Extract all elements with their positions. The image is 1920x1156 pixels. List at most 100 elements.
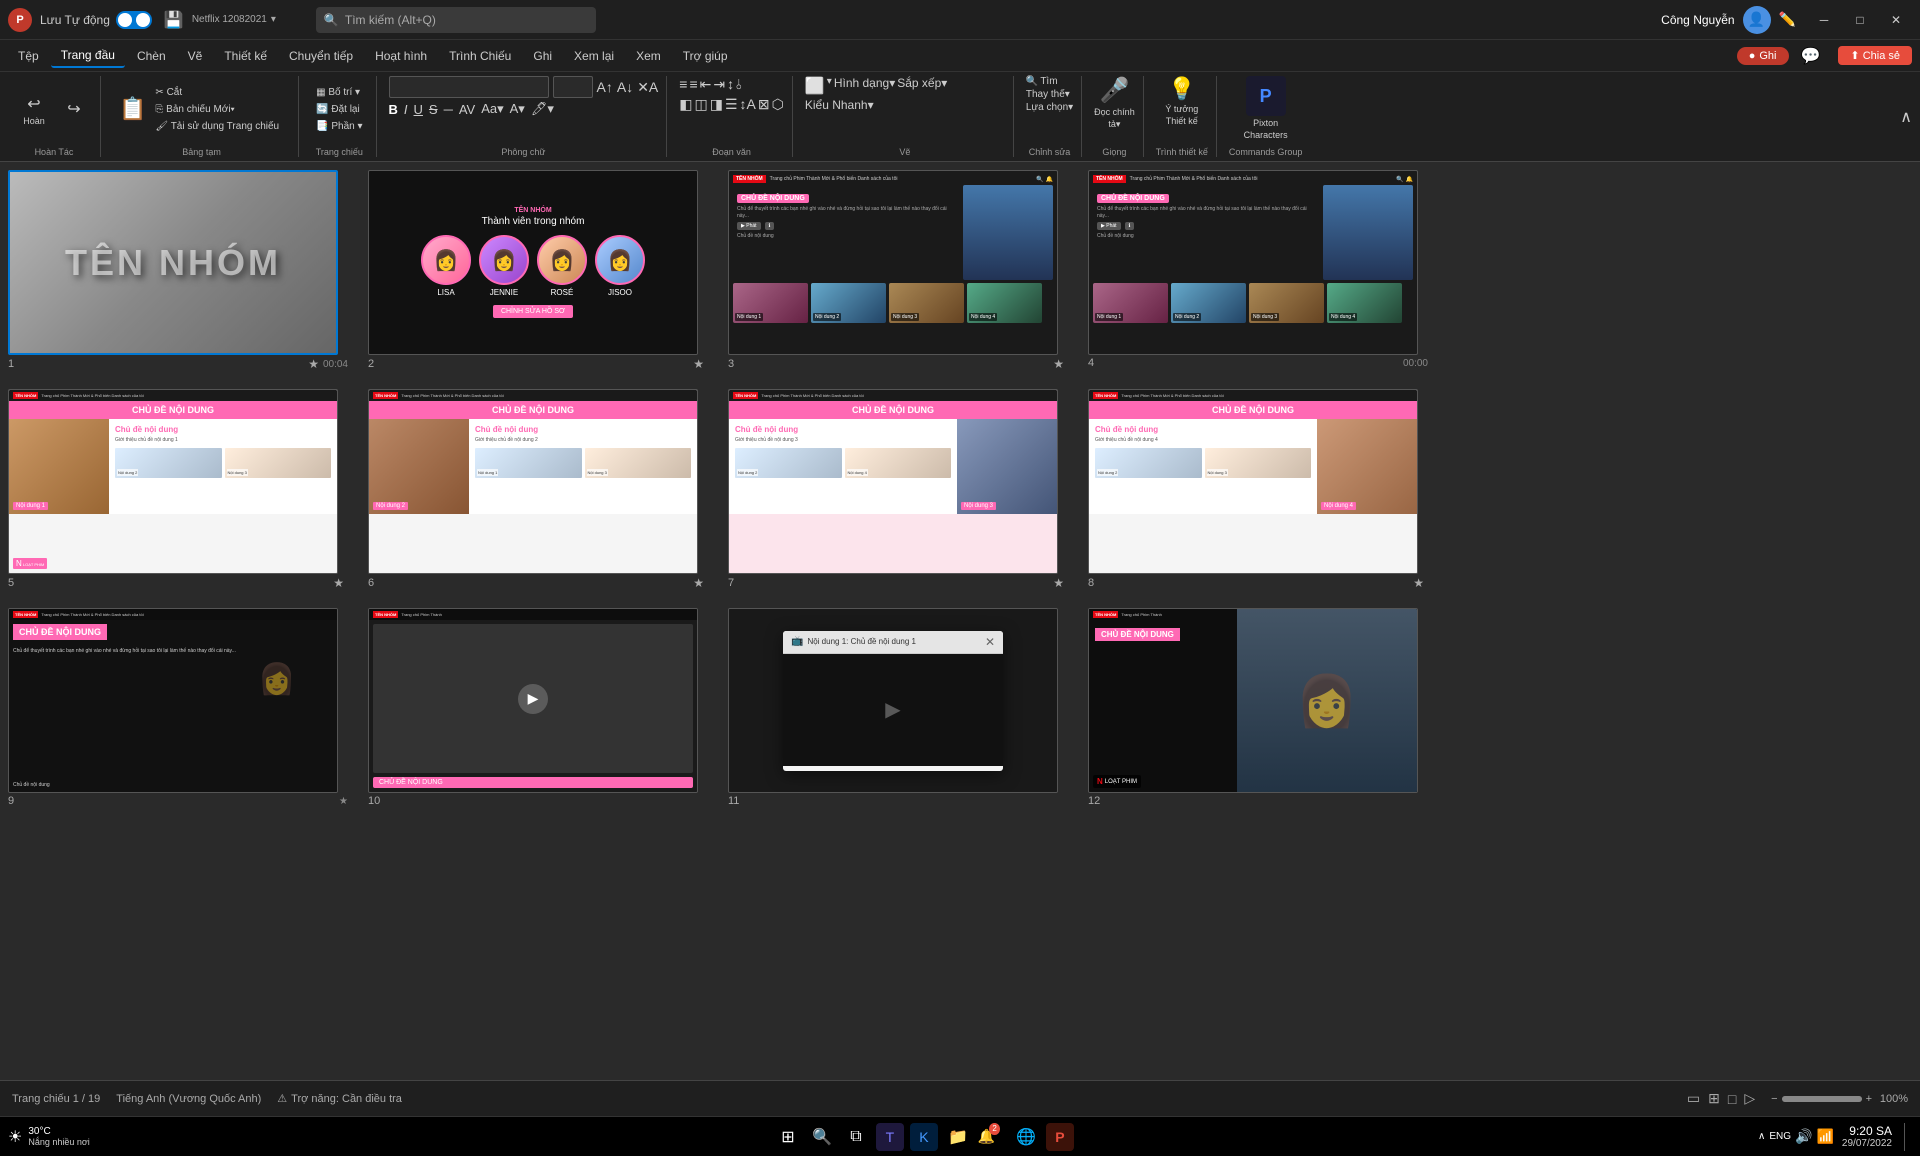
align-right-button[interactable]: ◨ xyxy=(710,96,723,113)
increase-indent-button[interactable]: ⇥ xyxy=(713,76,725,93)
chevron-up-icon[interactable]: ∧ xyxy=(1758,1131,1765,1142)
font-size-box[interactable] xyxy=(553,76,593,98)
select-button[interactable]: Lựa chọn▾ xyxy=(1026,102,1073,113)
clear-format-button[interactable]: ✕A xyxy=(637,79,658,96)
show-desktop-button[interactable] xyxy=(1904,1123,1912,1151)
teams-button[interactable]: T xyxy=(876,1123,904,1151)
slide-item-7[interactable]: TÊN NHÓM Trang chủ Phim Thành Mới & Phổ … xyxy=(728,389,1068,592)
section-button[interactable]: 📑 Phần ▾ xyxy=(311,119,367,134)
zoom-out-button[interactable]: − xyxy=(1771,1093,1777,1105)
find-button[interactable]: Tìm xyxy=(1040,76,1057,87)
menu-draw[interactable]: Vẽ xyxy=(178,45,213,67)
replace-button[interactable]: Thay thế▾ xyxy=(1026,89,1070,100)
linespacing-button[interactable]: ↕ xyxy=(727,76,734,93)
strikethrough-button[interactable]: S xyxy=(429,102,438,117)
user-avatar[interactable]: 👤 xyxy=(1743,6,1771,34)
maximize-button[interactable]: □ xyxy=(1844,6,1876,34)
search-taskbar-button[interactable]: 🔍 xyxy=(808,1123,836,1151)
powerpoint-button[interactable]: P xyxy=(1046,1123,1074,1151)
ribbon-collapse-button[interactable]: ∧ xyxy=(1900,107,1912,127)
start-button[interactable]: ⊞ xyxy=(774,1123,802,1151)
minimize-button[interactable]: ─ xyxy=(1808,6,1840,34)
bold-button[interactable]: B xyxy=(389,102,398,117)
search-box[interactable]: 🔍 Tìm kiếm (Alt+Q) xyxy=(316,7,596,33)
view-reading-button[interactable]: □ xyxy=(1728,1091,1736,1107)
menu-help[interactable]: Trợ giúp xyxy=(673,45,738,67)
filename-dropdown[interactable]: ▾ xyxy=(271,14,276,25)
decrease-font-button[interactable]: A↓ xyxy=(617,79,633,95)
slide-item-11[interactable]: 📺 Nội dung 1: Chủ đề nội dung 1 ✕ ▶ xyxy=(728,608,1068,809)
clock-widget[interactable]: 9:20 SA 29/07/2022 xyxy=(1842,1124,1892,1149)
slides-scroll-area[interactable]: TÊN NHÓM 1 ★ 00:04 TÊN NHÓM Thành viên t… xyxy=(0,162,1920,1080)
comment-button[interactable]: 💬 xyxy=(1795,46,1827,66)
slide-item-9[interactable]: TÊN NHÓM Trang chủ Phim Thành Mới & Phổ … xyxy=(8,608,348,809)
textalign-button[interactable]: ⊠ xyxy=(758,96,770,113)
view-normal-button[interactable]: ▭ xyxy=(1687,1090,1700,1107)
shadow-button[interactable]: ─ xyxy=(444,102,453,117)
cut-button[interactable]: ✂ Cắt xyxy=(150,85,284,100)
font-name-box[interactable] xyxy=(389,76,549,98)
arrange-button[interactable]: Sắp xếp▾ xyxy=(897,76,947,96)
highlight-button[interactable]: 🖊▾ xyxy=(531,101,554,117)
numbering-button[interactable]: ≡ xyxy=(689,76,697,93)
slide-item-2[interactable]: TÊN NHÓM Thành viên trong nhóm 👩 LISA xyxy=(368,170,708,373)
share-button[interactable]: ⬆ Chia sẻ xyxy=(1838,46,1912,65)
format-painter-button[interactable]: 🖌 Tải sử dụng Trang chiếu xyxy=(150,119,284,134)
zoom-in-button[interactable]: + xyxy=(1866,1093,1872,1105)
menu-file[interactable]: Tệp xyxy=(8,45,49,67)
shape-select[interactable]: ⬜ xyxy=(805,76,825,96)
klokki-button[interactable]: K xyxy=(910,1123,938,1151)
menu-transitions[interactable]: Chuyển tiếp xyxy=(279,45,363,67)
notification-button[interactable]: 🔔 2 xyxy=(978,1123,1006,1151)
slide-item-12[interactable]: TÊN NHÓM Trang chủ Phim Thành 👩 CHỦ ĐỀ N… xyxy=(1088,608,1428,809)
slide-item-10[interactable]: TÊN NHÓM Trang chủ Phim Thành ▶ CHỦ ĐỀ N… xyxy=(368,608,708,809)
slide-item-8[interactable]: TÊN NHÓM Trang chủ Phim Thành Mới & Phổ … xyxy=(1088,389,1428,592)
undo-button[interactable]: ↩Hoàn xyxy=(16,91,52,129)
shape-arrange-button[interactable]: Hình dạng▾ xyxy=(834,76,895,96)
view-slideshow-button[interactable]: ▷ xyxy=(1744,1090,1755,1107)
charspacing-button[interactable]: AV xyxy=(459,102,475,117)
lang-text[interactable]: ENG xyxy=(1769,1131,1791,1142)
menu-review[interactable]: Xem lại xyxy=(564,45,624,67)
reset-button[interactable]: 🔄 Đặt lại xyxy=(311,102,367,117)
column-button[interactable]: ⫰ xyxy=(736,76,742,93)
menu-slideshow[interactable]: Trình Chiếu xyxy=(439,45,521,67)
slide-item-3[interactable]: TÊN NHÓM Trang chủ Phim Thành Mới & Phổ … xyxy=(728,170,1068,373)
accessibility-status[interactable]: ⚠ Trợ năng: Cần điều tra xyxy=(277,1092,402,1105)
autosave-toggle[interactable] xyxy=(116,11,152,29)
slide-item-1[interactable]: TÊN NHÓM 1 ★ 00:04 xyxy=(8,170,348,373)
shapes-more[interactable]: ▾ xyxy=(827,76,832,96)
slide-item-6[interactable]: TÊN NHÓM Trang chủ Phim Thành Mới & Phổ … xyxy=(368,389,708,592)
menu-animations[interactable]: Hoạt hình xyxy=(365,45,437,67)
paste-button[interactable]: 📋 ✂ Cắt ⎘ Bản chiếu Mới▾ 🖌 Tải sử dụng T… xyxy=(113,82,290,137)
align-left-button[interactable]: ◧ xyxy=(679,96,692,113)
decrease-indent-button[interactable]: ⇤ xyxy=(700,76,712,93)
taskview-button[interactable]: ⧉ xyxy=(842,1123,870,1151)
view-sorter-button[interactable]: ⊞ xyxy=(1708,1090,1720,1107)
volume-icon[interactable]: 🔊 xyxy=(1795,1128,1812,1145)
layout-button[interactable]: ▦ Bố trí ▾ xyxy=(311,85,367,100)
menu-view[interactable]: Xem xyxy=(626,45,671,67)
settings-icon[interactable]: ✏️ xyxy=(1779,11,1796,28)
close-button[interactable]: ✕ xyxy=(1880,6,1912,34)
menu-insert[interactable]: Chèn xyxy=(127,45,176,67)
changecase-button[interactable]: Aa▾ xyxy=(481,101,503,117)
smartart-button[interactable]: ⬡ xyxy=(772,96,784,113)
menu-design[interactable]: Thiết kế xyxy=(214,45,277,67)
bullets-button[interactable]: ≡ xyxy=(679,76,687,93)
underline-button[interactable]: U xyxy=(414,102,423,117)
file-explorer-button[interactable]: 📁 xyxy=(944,1123,972,1151)
save-button[interactable]: 💾 xyxy=(164,10,184,30)
zoom-slider[interactable] xyxy=(1782,1096,1862,1102)
redo-button[interactable]: ↪ xyxy=(56,96,92,124)
italic-button[interactable]: I xyxy=(404,102,408,117)
wifi-icon[interactable]: 📶 xyxy=(1816,1128,1833,1145)
slide-item-5[interactable]: TÊN NHÓM Trang chủ Phim Thành Mới & Phổ … xyxy=(8,389,348,592)
text-direction-button[interactable]: ↕A xyxy=(740,96,756,113)
justify-button[interactable]: ☰ xyxy=(725,96,738,113)
record-button[interactable]: ● Ghi xyxy=(1737,47,1789,65)
menu-record[interactable]: Ghi xyxy=(523,45,562,67)
copy-button[interactable]: ⎘ Bản chiếu Mới▾ xyxy=(150,102,284,117)
increase-font-button[interactable]: A↑ xyxy=(597,79,613,95)
style-button[interactable]: Kiểu Nhanh▾ xyxy=(805,98,874,112)
